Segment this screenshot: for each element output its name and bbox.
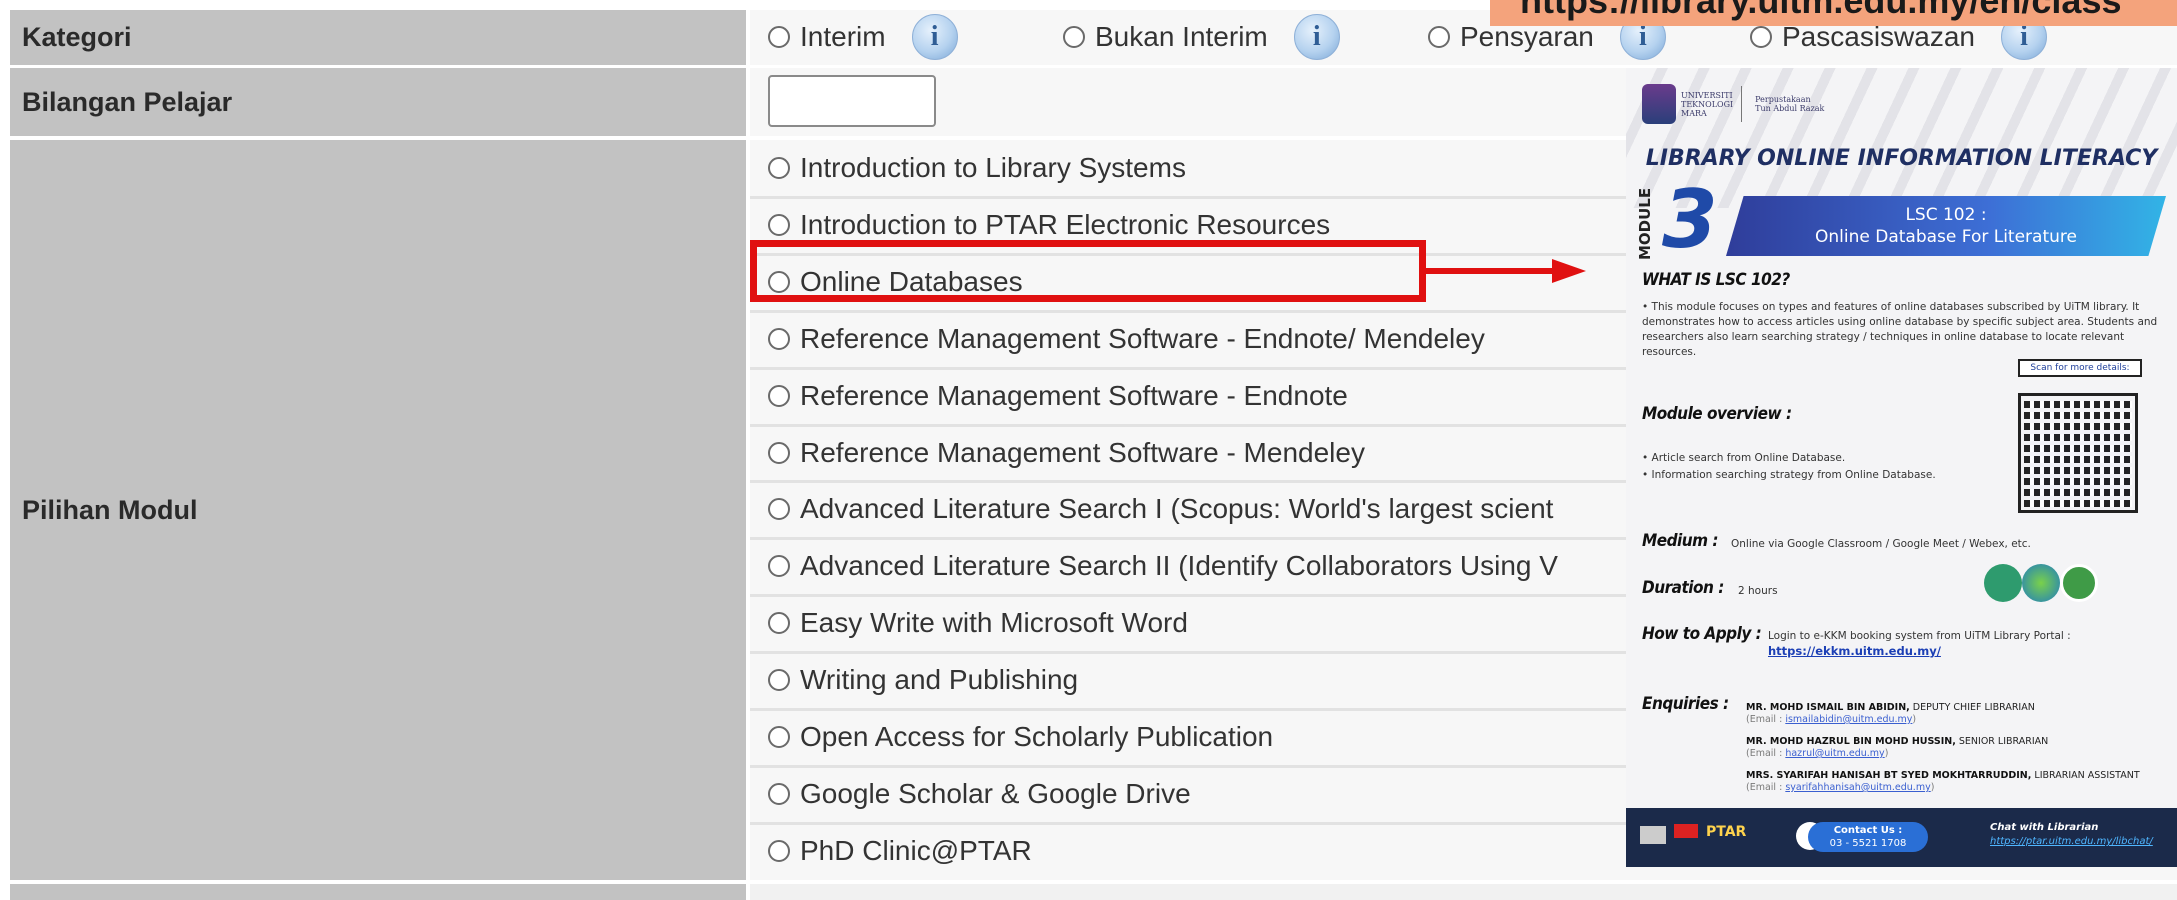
modul-option-label: Google Scholar & Google Drive [800,777,1191,809]
kategori-option-bukan-interim[interactable]: Bukan Interim i [1063,14,1340,60]
enquiries-heading: Enquiries : [1642,694,1729,714]
module-banner: LSC 102 : Online Database For Literature [1726,196,2166,256]
what-heading: WHAT IS LSC 102? [1642,270,1790,290]
enquiry-contact: MR. MOHD ISMAIL BIN ABIDIN, DEPUTY CHIEF… [1746,702,2035,725]
footer-brand: PTAR [1706,824,1747,840]
module-word: MODULE [1636,187,1654,260]
contact-pill: Contact Us : 03 - 5521 1708 [1808,822,1928,852]
email-link[interactable]: ismailabidin@uitm.edu.my [1785,714,1912,725]
modul-option-label: Writing and Publishing [800,664,1079,696]
apply-heading: How to Apply : [1642,624,1762,644]
medium-heading: Medium : [1642,531,1719,551]
bilangan-input[interactable] [768,75,936,127]
info-icon[interactable]: i [1293,14,1340,60]
chat-link[interactable]: https://ptar.uitm.edu.my/libchat/ [1990,836,2153,847]
uitm-logo: UNIVERSITI TEKNOLOGI MARA Perpustakaan Tun … [1642,84,1824,124]
radio-icon[interactable] [768,782,790,805]
modul-option-label: Advanced Literature Search II (Identify … [800,550,1558,582]
apply-link[interactable]: https://ekkm.uitm.edu.my/ [1768,644,1941,659]
modul-option[interactable]: Writing and Publishing [768,664,1078,696]
kategori-option-label: Bukan Interim [1095,21,1268,52]
apply-text: Login to e-KKM booking system from UiTM … [1768,630,2071,642]
modul-option[interactable]: Introduction to PTAR Electronic Resource… [768,209,1330,241]
modul-option-label: Easy Write with Microsoft Word [800,607,1188,639]
radio-icon[interactable] [768,669,790,692]
url-banner-text: https://library.uitm.edu.my/en/class [1520,0,2122,21]
enquiry-contact: MR. MOHD HAZRUL BIN MOHD HUSSIN, SENIOR … [1746,736,2049,759]
highlight-box [750,240,1426,302]
scan-label: Scan for more details: [2018,359,2142,377]
arrow-right-icon [1426,259,1586,283]
overview-item: • Article search from Online Database. [1642,452,1846,464]
radio-icon[interactable] [1428,26,1450,48]
poster-title: LIBRARY ONLINE INFORMATION LITERACY [1645,146,2158,171]
uitm-flag-icon [1674,824,1698,838]
modul-option-label: Open Access for Scholarly Publication [800,721,1274,752]
modul-option[interactable]: PhD Clinic@PTAR [768,835,1032,867]
modul-option[interactable]: Advanced Literature Search II (Identify … [768,550,1558,582]
radio-icon[interactable] [768,612,790,635]
radio-icon[interactable] [768,157,790,179]
webex-icon [2022,564,2060,602]
radio-icon[interactable] [768,726,790,748]
enquiry-contact: MRS. SYARIFAH HANISAH BT SYED MOKHTARRUD… [1746,770,2140,793]
info-icon[interactable]: i [911,14,958,60]
modul-option[interactable]: Introduction to Library Systems [768,152,1186,184]
url-banner: https://library.uitm.edu.my/en/class [1490,0,2177,26]
duration-heading: Duration : [1642,578,1724,598]
kategori-option-interim[interactable]: Interim i [768,14,958,60]
radio-icon[interactable] [768,839,790,862]
modul-option[interactable]: Open Access for Scholarly Publication [768,721,1273,753]
radio-icon[interactable] [768,327,790,350]
logo-lib-text: Perpustakaan Tun Abdul Razak [1755,95,1825,113]
kategori-label: Kategori [10,10,746,65]
medium-text: Online via Google Classroom / Google Mee… [1731,538,2031,550]
what-text: • This module focuses on types and featu… [1642,301,2158,358]
radio-icon[interactable] [768,26,790,48]
radio-icon[interactable] [1063,26,1085,48]
next-row-label [10,884,746,900]
poster-footer: PTAR Contact Us : 03 - 5521 1708 Chat wi… [1626,808,2177,867]
modul-option[interactable]: Google Scholar & Google Drive [768,778,1191,810]
modul-option-label: PhD Clinic@PTAR [800,834,1032,866]
modul-option[interactable]: Reference Management Software - Endnote [768,380,1348,412]
modul-option[interactable]: Reference Management Software - Endnote/… [768,323,1485,355]
overview-heading: Module overview : [1642,404,1792,424]
modul-option[interactable]: Reference Management Software - Mendeley [768,437,1365,469]
module-poster: UNIVERSITI TEKNOLOGI MARA Perpustakaan Tun … [1626,68,2177,867]
kategori-option-label: Interim [800,21,886,52]
chat-with-librarian: Chat with Librarian https://ptar.uitm.ed… [1990,822,2153,847]
modul-option-label: Introduction to Library Systems [800,152,1186,183]
radio-icon[interactable] [768,555,790,578]
uitm-seal-icon [1642,84,1676,124]
qr-code-icon[interactable] [2024,399,2132,507]
email-link[interactable]: syarifahhanisah@uitm.edu.my [1785,782,1930,793]
modul-label: Pilihan Modul [10,140,746,880]
modul-option[interactable]: Easy Write with Microsoft Word [768,607,1188,639]
modul-option-label: Reference Management Software - Endnote/… [800,322,1485,354]
modul-option[interactable]: Advanced Literature Search I (Scopus: Wo… [768,493,1553,525]
modul-option-label: Advanced Literature Search I (Scopus: Wo… [800,493,1554,525]
radio-icon[interactable] [768,441,790,464]
logo-uni-text: UNIVERSITI TEKNOLOGI MARA [1681,90,1734,118]
radio-icon[interactable] [768,384,790,407]
overview-item: • Information searching strategy from On… [1642,469,1936,481]
modul-option-label: Reference Management Software - Endnote [800,379,1348,411]
uitm-mini-logo-icon [1640,826,1666,844]
modul-option-label: Introduction to PTAR Electronic Resource… [800,208,1331,240]
duration-text: 2 hours [1738,585,1778,597]
modul-option-label: Reference Management Software - Mendeley [800,436,1365,468]
next-row-cell [750,884,2177,900]
google-classroom-icon [2060,564,2098,602]
radio-icon[interactable] [1750,26,1772,48]
module-number: 3 [1662,173,1718,266]
radio-icon[interactable] [768,213,790,236]
radio-icon[interactable] [768,498,790,521]
google-meet-icon [1984,564,2022,602]
email-link[interactable]: hazrul@uitm.edu.my [1785,748,1884,759]
bilangan-label: Bilangan Pelajar [10,68,746,136]
